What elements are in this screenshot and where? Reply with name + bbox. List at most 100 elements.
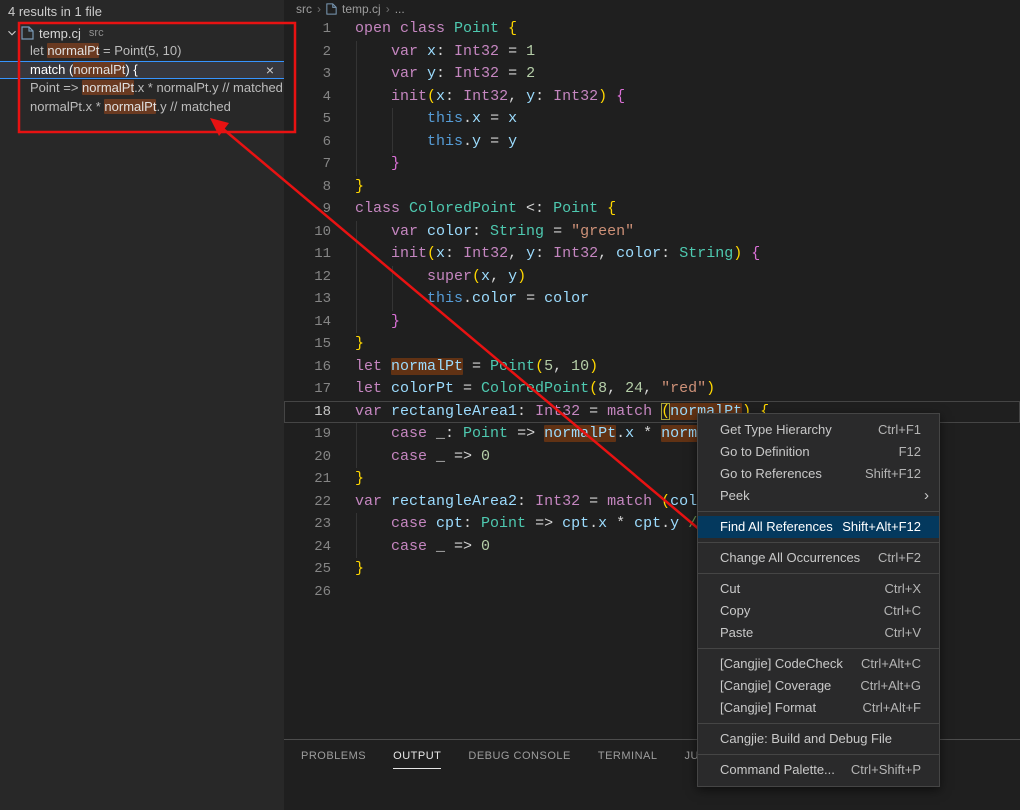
code-line[interactable]: 1open class Point { — [284, 18, 1020, 41]
indent-guide — [356, 266, 357, 289]
code-token: , — [607, 380, 625, 397]
code-token: this — [355, 110, 463, 127]
result-row[interactable]: Point => normalPt.x * normalPt.y // matc… — [0, 79, 284, 98]
code-line[interactable]: 17let colorPt = ColoredPoint(8, 24, "red… — [284, 378, 1020, 401]
results-summary: 4 results in 1 file — [8, 4, 102, 19]
code-line[interactable]: 9class ColoredPoint <: Point { — [284, 198, 1020, 221]
chevron-down-icon[interactable] — [5, 26, 19, 40]
panel-tab-output[interactable]: OUTPUT — [393, 750, 441, 769]
line-content: super(x, y) — [331, 268, 526, 285]
code-line[interactable]: 16let normalPt = Point(5, 10) — [284, 356, 1020, 379]
result-text: match ( — [30, 62, 73, 77]
code-token: var — [355, 403, 391, 420]
code-token: var — [355, 65, 427, 82]
menu-separator — [698, 573, 939, 574]
line-number: 22 — [284, 491, 331, 514]
code-token: match — [607, 493, 661, 510]
menu-item-cangjie-build-and-debug-file[interactable]: Cangjie: Build and Debug File — [698, 728, 939, 750]
menu-item-cangjie-format[interactable]: [Cangjie] FormatCtrl+Alt+F — [698, 697, 939, 719]
indent-guide — [356, 86, 357, 109]
menu-item-find-all-references[interactable]: Find All ReferencesShift+Alt+F12 — [698, 516, 939, 538]
line-number: 3 — [284, 63, 331, 86]
result-text: .x * normalPt.y // matched — [134, 80, 283, 95]
code-token: init — [355, 88, 427, 105]
code-token: = — [463, 358, 490, 375]
menu-separator — [698, 648, 939, 649]
panel-tab-terminal[interactable]: TERMINAL — [598, 750, 658, 769]
result-text: Point => — [30, 80, 82, 95]
menu-item-copy[interactable]: CopyCtrl+C — [698, 600, 939, 622]
menu-item-cangjie-coverage[interactable]: [Cangjie] CoverageCtrl+Alt+G — [698, 675, 939, 697]
code-token: Int32 — [553, 88, 598, 105]
line-content: this.x = x — [331, 110, 517, 127]
line-number: 6 — [284, 131, 331, 154]
code-token: : — [661, 245, 679, 262]
line-content: var y: Int32 = 2 — [331, 65, 535, 82]
code-token: y — [472, 133, 481, 150]
code-line[interactable]: 12 super(x, y) — [284, 266, 1020, 289]
menu-item-label: [Cangjie] CodeCheck — [720, 653, 843, 675]
code-line[interactable]: 2 var x: Int32 = 1 — [284, 41, 1020, 64]
code-line[interactable]: 15} — [284, 333, 1020, 356]
breadcrumb-item-more[interactable]: ... — [395, 2, 405, 16]
chevron-right-icon: › — [386, 2, 390, 16]
menu-item-peek[interactable]: Peek› — [698, 485, 939, 507]
line-content: } — [331, 560, 364, 577]
code-line[interactable]: 10 var color: String = "green" — [284, 221, 1020, 244]
code-token: "green" — [571, 223, 634, 240]
code-token: rectangleArea1 — [391, 403, 517, 420]
code-token: 10 — [571, 358, 589, 375]
code-token: Int32 — [553, 245, 598, 262]
code-token: . — [661, 515, 670, 532]
code-token: : — [535, 245, 553, 262]
menu-item-get-type-hierarchy[interactable]: Get Type HierarchyCtrl+F1 — [698, 419, 939, 441]
code-token: : — [445, 425, 463, 442]
code-token: . — [616, 425, 625, 442]
code-line[interactable]: 13 this.color = color — [284, 288, 1020, 311]
context-menu: Get Type HierarchyCtrl+F1Go to Definitio… — [697, 413, 940, 787]
menu-item-cangjie-codecheck[interactable]: [Cangjie] CodeCheckCtrl+Alt+C — [698, 653, 939, 675]
chevron-right-icon: › — [317, 2, 321, 16]
line-number: 4 — [284, 86, 331, 109]
close-icon[interactable]: × — [266, 61, 274, 80]
breadcrumb-item-src[interactable]: src — [296, 2, 312, 16]
panel-tab-problems[interactable]: PROBLEMS — [301, 750, 366, 769]
menu-item-cut[interactable]: CutCtrl+X — [698, 578, 939, 600]
menu-item-command-palette[interactable]: Command Palette...Ctrl+Shift+P — [698, 759, 939, 781]
code-token: String — [679, 245, 733, 262]
code-token: let — [355, 358, 391, 375]
file-icon — [21, 26, 34, 40]
menu-item-go-to-definition[interactable]: Go to DefinitionF12 — [698, 441, 939, 463]
code-line[interactable]: 7 } — [284, 153, 1020, 176]
result-row[interactable]: match (normalPt) {× — [0, 61, 284, 80]
code-token: } — [355, 560, 364, 577]
code-line[interactable]: 4 init(x: Int32, y: Int32) { — [284, 86, 1020, 109]
result-row[interactable]: normalPt.x * normalPt.y // matched — [0, 98, 284, 117]
menu-item-paste[interactable]: PasteCtrl+V — [698, 622, 939, 644]
breadcrumb-item-file[interactable]: temp.cj — [342, 2, 381, 16]
submenu-chevron-icon: › — [924, 485, 929, 507]
code-token: ( — [661, 493, 670, 510]
code-token: y — [670, 515, 679, 532]
code-token: Point — [481, 515, 535, 532]
result-row[interactable]: let normalPt = Point(5, 10) — [0, 42, 284, 61]
indent-guide — [356, 536, 357, 559]
code-line[interactable]: 5 this.x = x — [284, 108, 1020, 131]
code-token: : — [517, 493, 535, 510]
result-file-row[interactable]: temp.cj src — [0, 24, 284, 42]
code-line[interactable]: 6 this.y = y — [284, 131, 1020, 154]
code-line[interactable]: 14 } — [284, 311, 1020, 334]
panel-tab-debug-console[interactable]: DEBUG CONSOLE — [468, 750, 570, 769]
code-token: x — [625, 425, 634, 442]
line-content: var color: String = "green" — [331, 223, 634, 240]
menu-item-change-all-occurrences[interactable]: Change All OccurrencesCtrl+F2 — [698, 547, 939, 569]
code-line[interactable]: 8} — [284, 176, 1020, 199]
code-token: : — [445, 88, 463, 105]
match-highlight: normalPt — [104, 99, 156, 114]
code-token: . — [463, 110, 472, 127]
code-token: <: — [526, 200, 553, 217]
menu-item-label: Get Type Hierarchy — [720, 419, 832, 441]
code-line[interactable]: 11 init(x: Int32, y: Int32, color: Strin… — [284, 243, 1020, 266]
code-line[interactable]: 3 var y: Int32 = 2 — [284, 63, 1020, 86]
menu-item-go-to-references[interactable]: Go to ReferencesShift+F12 — [698, 463, 939, 485]
